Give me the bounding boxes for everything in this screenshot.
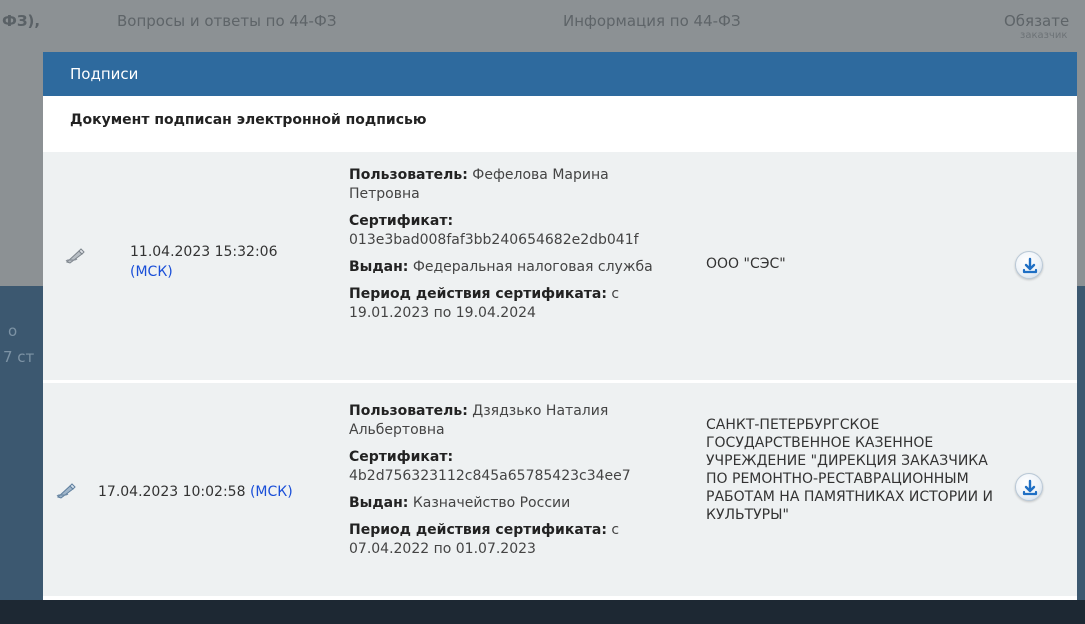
issued-value: Казначейство России xyxy=(412,495,571,511)
validity-value: 07.04.2022 по 01.07.2023 xyxy=(349,541,536,557)
issued-value: Федеральная налоговая служба xyxy=(412,259,653,275)
modal-subtitle: Документ подписан электронной подписью xyxy=(43,96,1077,152)
download-signature-button[interactable] xyxy=(1015,251,1043,279)
bg-nav-info-link: Информация по 44-ФЗ xyxy=(563,12,741,30)
validity-value: 19.01.2023 по 19.04.2024 xyxy=(349,305,536,321)
signature-row: 11.04.2023 15:32:06 (МСК) Пользователь: … xyxy=(43,152,1077,380)
validity-prefix: с xyxy=(611,286,620,302)
download-signature-button[interactable] xyxy=(1015,473,1043,501)
signature-details: Пользователь: Дзядзько Наталия Альбертов… xyxy=(349,402,679,567)
certificate-value: 4b2d756323112c845a65785423c34ee7 xyxy=(349,468,631,484)
timezone-label: (МСК) xyxy=(130,264,173,280)
issued-label: Выдан: xyxy=(349,259,409,275)
timezone-label: (МСК) xyxy=(249,484,293,500)
organization-name: САНКТ-ПЕТЕРБУРГСКОЕ ГОСУДАРСТВЕННОЕ КАЗЕ… xyxy=(706,417,994,523)
certificate-label: Сертификат: xyxy=(349,449,454,465)
user-label: Пользователь: xyxy=(349,167,468,183)
download-icon xyxy=(1022,257,1038,274)
validity-label: Период действия сертификата: xyxy=(349,522,607,538)
bg-nav-required-link: Обязате xyxy=(1004,12,1070,30)
signature-date: 17.04.2023 10:02:58 xyxy=(98,484,246,500)
signature-row: 17.04.2023 10:02:58 (МСК) Пользователь: … xyxy=(43,383,1077,596)
validity-label: Период действия сертификата: xyxy=(349,286,607,302)
issued-label: Выдан: xyxy=(349,495,409,511)
signature-date: 11.04.2023 15:32:06 xyxy=(130,244,278,260)
user-label: Пользователь: xyxy=(349,403,468,419)
bg-nav-item: ФЗ), xyxy=(2,12,41,30)
certificate-label: Сертификат: xyxy=(349,213,454,229)
certificate-value: 013e3bad008faf3bb240654682e2db041f xyxy=(349,232,639,248)
modal-title: Подписи xyxy=(43,52,1077,96)
signature-pen-icon xyxy=(65,248,85,264)
signature-datetime: 17.04.2023 10:02:58 (МСК) xyxy=(98,482,293,502)
organization-name: ООО "СЭС" xyxy=(706,256,786,272)
download-icon xyxy=(1022,479,1038,496)
signatures-modal: Подписи Документ подписан электронной по… xyxy=(43,52,1077,600)
bg-side-text: о xyxy=(8,322,18,340)
background-footer xyxy=(0,600,1085,624)
bg-nav-qa-link: Вопросы и ответы по 44-ФЗ xyxy=(117,12,337,30)
signature-details: Пользователь: Фефелова Марина Петровна С… xyxy=(349,166,679,331)
signature-pen-icon xyxy=(56,483,76,499)
signature-datetime: 11.04.2023 15:32:06 (МСК) xyxy=(130,242,278,282)
bg-side-text: 7 ст xyxy=(3,348,35,366)
validity-prefix: с xyxy=(611,522,620,538)
bg-nav-sub: заказчик xyxy=(1020,30,1068,41)
